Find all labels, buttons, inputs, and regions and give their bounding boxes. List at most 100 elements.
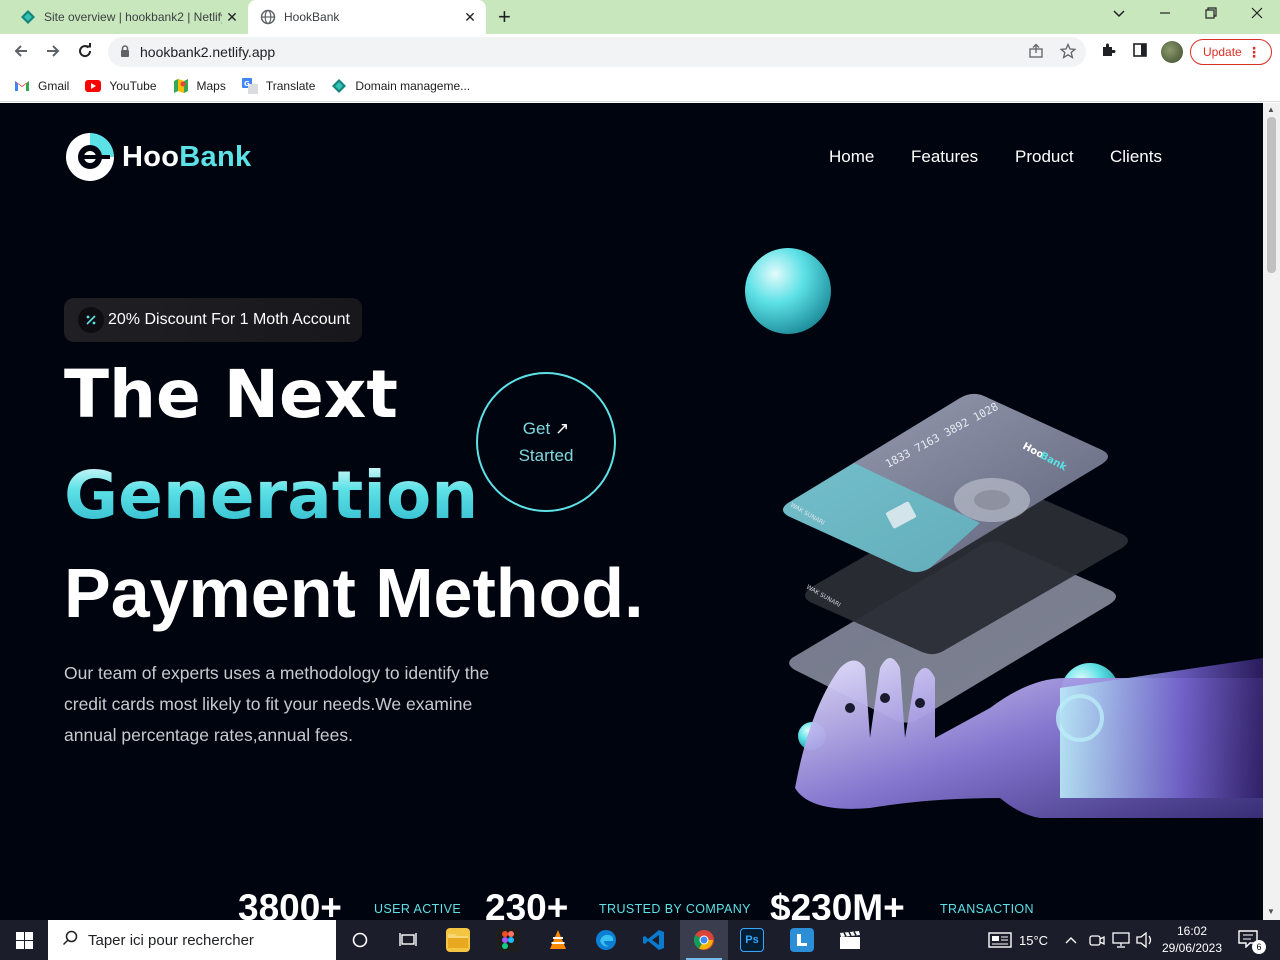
forward-icon[interactable] <box>44 42 62 64</box>
get-started-button[interactable]: Get ↗ Started <box>476 372 616 512</box>
vlc-icon[interactable] <box>546 928 570 952</box>
gmail-icon <box>14 78 30 94</box>
netlify-icon <box>21 10 35 24</box>
weather-temp: 15°C <box>1019 932 1049 948</box>
side-panel-icon[interactable] <box>1132 42 1148 62</box>
bookmark-gmail[interactable]: Gmail <box>14 78 69 94</box>
bookmark-label: Maps <box>196 78 226 93</box>
card-emblem-inner <box>974 490 1010 510</box>
hoobank-logo-icon <box>66 133 114 181</box>
volume-icon[interactable] <box>1136 920 1154 960</box>
hero-description: Our team of experts uses a methodology t… <box>64 663 490 745</box>
tab-title: Site overview | hookbank2 | Netlify <box>44 10 222 24</box>
photoshop-icon[interactable]: Ps <box>740 928 764 952</box>
minimize-icon[interactable] <box>1158 6 1172 23</box>
cta-get: Get <box>522 419 551 438</box>
cta-line-2: Started <box>518 446 574 465</box>
scroll-up-icon[interactable]: ▲ <box>1267 105 1275 114</box>
discount-percent: 20% <box>108 311 141 328</box>
bookmark-star-icon[interactable] <box>1059 42 1077 62</box>
nav-features[interactable]: Features <box>911 147 978 167</box>
extensions-icon[interactable] <box>1100 42 1116 62</box>
figma-icon[interactable] <box>496 928 520 952</box>
scrollbar-thumb[interactable] <box>1267 117 1276 273</box>
meet-now-icon[interactable] <box>1089 920 1105 960</box>
tab-close-icon[interactable]: ✕ <box>460 9 480 26</box>
task-view-icon[interactable] <box>388 920 428 960</box>
bookmark-youtube[interactable]: YouTube <box>85 78 157 94</box>
stat-value-users: 3800+ <box>238 887 342 920</box>
update-button[interactable]: Update ⋮ <box>1190 39 1272 65</box>
vscode-icon[interactable] <box>642 928 666 952</box>
update-label: Update <box>1203 45 1242 59</box>
hero-illustration: 1833 7163 3892 1028 WAK SUNARI WAK SUNAR… <box>745 248 1263 818</box>
bookmark-maps[interactable]: Maps <box>173 78 226 94</box>
back-icon[interactable] <box>12 42 30 64</box>
search-placeholder: Taper ici pour rechercher <box>88 931 254 949</box>
clock-time: 16:02 <box>1176 924 1208 938</box>
cta-line-1: Get ↗ <box>523 415 569 442</box>
lens-icon[interactable] <box>790 928 814 952</box>
tab-hookbank[interactable]: HookBank ✕ <box>248 0 486 34</box>
stats-bar: 3800+ USER ACTIVE 230+ TRUSTED BY COMPAN… <box>0 885 1263 920</box>
robot-knuckle <box>845 703 855 713</box>
heading-line-1: The Next <box>64 356 398 433</box>
netlify-icon <box>331 78 347 94</box>
restore-icon[interactable] <box>1204 6 1218 23</box>
close-window-icon[interactable] <box>1250 6 1264 23</box>
bookmark-label: Domain manageme... <box>355 78 471 93</box>
bookmark-translate[interactable]: G Translate <box>241 77 316 94</box>
share-icon[interactable] <box>1028 43 1044 62</box>
cortana-icon[interactable] <box>340 920 380 960</box>
robot-knuckle <box>880 693 890 703</box>
browser-toolbar: hookbank2.netlify.app Update ⋮ <box>0 34 1280 70</box>
edge-icon[interactable] <box>594 928 618 952</box>
youtube-icon <box>85 78 102 94</box>
robot-knuckle <box>915 698 925 708</box>
discount-label: Discount For 1 Moth Account <box>144 311 350 328</box>
notification-center-icon[interactable]: 6 <box>1238 930 1266 954</box>
tab-title: HookBank <box>284 10 340 24</box>
nav-clients[interactable]: Clients <box>1110 147 1162 167</box>
logo[interactable]: HooBank <box>64 131 251 183</box>
address-bar[interactable]: hookbank2.netlify.app <box>108 37 1086 67</box>
taskbar-search[interactable]: Taper ici pour rechercher <box>48 920 336 960</box>
svg-text:G: G <box>244 80 250 88</box>
windows-taskbar: Taper ici pour rechercher Ps 15°C 16:02 … <box>0 920 1280 960</box>
logo-text-white: Hoo <box>122 140 180 173</box>
nav-product[interactable]: Product <box>1015 147 1074 167</box>
windows-start-icon[interactable] <box>0 920 48 960</box>
chrome-icon[interactable] <box>692 928 716 952</box>
discount-text: 20% Discount For 1 Moth Account <box>108 311 350 329</box>
tab-close-icon[interactable]: ✕ <box>222 9 242 26</box>
system-clock[interactable]: 16:02 29/06/2023 <box>1160 923 1224 957</box>
tray-chevron-icon[interactable] <box>1064 920 1078 960</box>
menu-dots-icon: ⋮ <box>1247 44 1261 60</box>
nav-home[interactable]: Home <box>829 147 874 167</box>
reload-icon[interactable] <box>76 42 94 64</box>
browser-tab-strip: Site overview | hookbank2 | Netlify ✕ Ho… <box>0 0 1280 34</box>
stat-value-transactions: $230M+ <box>770 887 905 920</box>
logo-text-accent: Bank <box>179 140 252 173</box>
bookmarks-bar: Gmail YouTube Maps G Translate Domain ma… <box>0 70 1280 102</box>
notification-count: 6 <box>1252 940 1266 954</box>
file-explorer-icon[interactable] <box>446 928 470 952</box>
tab-search-chevron-icon[interactable] <box>1112 6 1126 23</box>
globe-icon <box>260 9 276 25</box>
bookmark-label: Gmail <box>38 78 70 93</box>
bookmark-label: YouTube <box>109 78 157 93</box>
new-tab-button[interactable]: + <box>498 6 511 28</box>
scroll-down-icon[interactable]: ▼ <box>1267 907 1275 916</box>
tab-netlify[interactable]: Site overview | hookbank2 | Netlify ✕ <box>8 0 248 34</box>
network-icon[interactable] <box>1112 920 1130 960</box>
profile-avatar[interactable] <box>1161 41 1183 63</box>
clapperboard-icon[interactable] <box>838 928 862 952</box>
bookmark-domain[interactable]: Domain manageme... <box>331 78 470 94</box>
page-scrollbar[interactable]: ▲ ▼ <box>1263 103 1280 920</box>
heading-line-3: Payment Method. <box>64 554 644 632</box>
bookmark-label: Translate <box>265 78 316 93</box>
url-text: hookbank2.netlify.app <box>140 44 276 60</box>
logo-text: HooBank <box>122 141 251 174</box>
maps-icon <box>173 78 189 94</box>
weather-widget[interactable]: 15°C <box>988 920 1048 960</box>
